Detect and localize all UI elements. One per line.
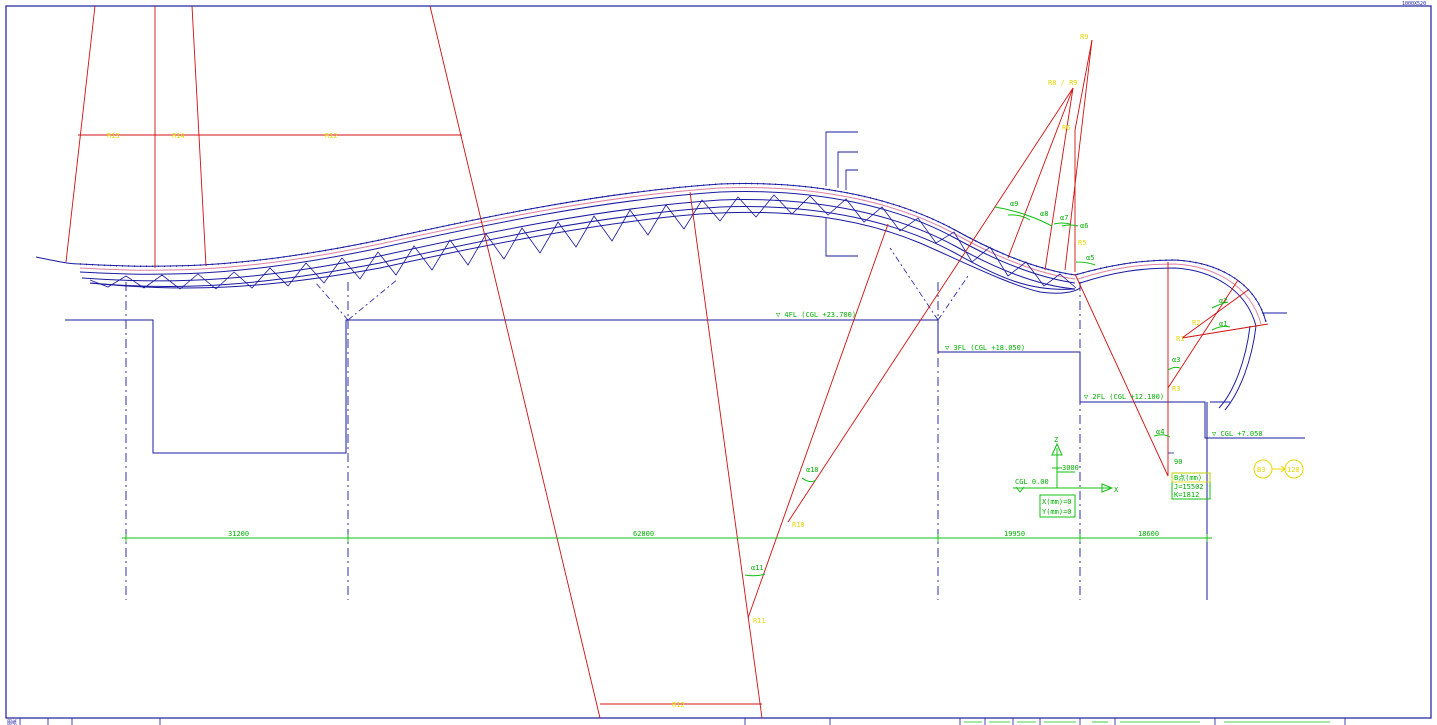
truss-bottom-chord xyxy=(89,211,1081,294)
dim-3: 19950 xyxy=(1004,530,1025,538)
section-angle-tag: 90 xyxy=(1174,458,1182,466)
origin-x-axis: X xyxy=(1114,486,1119,494)
building-outline xyxy=(65,319,1305,600)
label-a9: α9 xyxy=(1010,200,1018,208)
level-cgl: ▽ CGL +7.050 xyxy=(1212,430,1263,438)
origin-z-axis: Z xyxy=(1054,436,1058,444)
label-r2: R2 xyxy=(1192,319,1200,327)
label-r1: R1 xyxy=(1176,335,1184,343)
origin-coord-y: Y(mm)=0 xyxy=(1042,508,1072,516)
roof-surface xyxy=(35,183,1076,290)
label-a6: α6 xyxy=(1080,222,1088,230)
reference-tag: B3 128 xyxy=(1253,459,1304,479)
cad-section-drawing: 1000X520 图纸 R13 R14 R12 R12 R11 R10 R9 R… xyxy=(5,1,1432,725)
label-a2: α2 xyxy=(1219,297,1227,305)
label-a11: α11 xyxy=(751,564,764,572)
level-label-group: ▽ 4FL (CGL +23.700) ▽ 3FL (CGL +18.050) … xyxy=(776,311,1263,438)
ref-tag-left: B3 xyxy=(1257,466,1265,474)
label-r9: R9 xyxy=(1080,33,1088,41)
radius-lines xyxy=(65,5,1269,719)
label-r6: R6 xyxy=(1062,124,1070,132)
column-braces xyxy=(314,247,969,321)
ref-tag-right: 128 xyxy=(1287,466,1300,474)
label-a4: α4 xyxy=(1156,428,1164,436)
label-r5: R5 xyxy=(1078,239,1086,247)
dimension-line xyxy=(122,534,1212,542)
label-r13: R13 xyxy=(107,132,120,140)
dimension-values: 31200 62800 19950 18600 xyxy=(228,530,1159,538)
radius-label-group: R13 R14 R12 R12 R11 R10 R9 R8 / R9 R6 R5… xyxy=(107,33,1200,709)
label-r12-top: R12 xyxy=(325,132,338,140)
label-r12-bottom: R12 xyxy=(672,701,685,709)
label-r10: R10 xyxy=(792,521,805,529)
dim-1: 31200 xyxy=(228,530,249,538)
sheet-size-label: 1000X520 xyxy=(1402,1,1426,7)
dim-4: 18600 xyxy=(1138,530,1159,538)
origin-marker: CGL 0.00 Z X 3000 X(mm)=0 Y(mm)=0 xyxy=(1013,436,1119,518)
label-a10: α10 xyxy=(806,466,819,474)
section-box-line3: K=1812 xyxy=(1174,491,1199,499)
corner-label: 图纸 xyxy=(7,719,17,725)
label-a3: α3 xyxy=(1172,356,1180,364)
truss-web xyxy=(89,194,1077,290)
label-r3: R3 xyxy=(1172,385,1180,393)
label-a1: α1 xyxy=(1219,320,1227,328)
section-box-line1: B点(mm) xyxy=(1174,474,1202,482)
level-4fl: ▽ 4FL (CGL +23.700) xyxy=(776,311,856,319)
label-a5: α5 xyxy=(1086,254,1094,262)
label-r8-r9: R8 / R9 xyxy=(1048,79,1078,87)
section-point-box: B点(mm) J=15502 K=1812 90 xyxy=(1168,452,1211,500)
section-box-line2: J=15502 xyxy=(1174,483,1204,491)
dim-2: 62800 xyxy=(633,530,654,538)
origin-height: 3000 xyxy=(1062,464,1079,472)
grid-axes xyxy=(125,282,1081,600)
label-a8: α8 xyxy=(1040,210,1048,218)
title-block xyxy=(6,717,1431,725)
level-2fl: ▽ 2FL (CGL +12.100) xyxy=(1084,393,1164,401)
origin-coord-x: X(mm)=0 xyxy=(1042,498,1072,506)
label-a7: α7 xyxy=(1060,214,1068,222)
level-3fl: ▽ 3FL (CGL +18.050) xyxy=(945,344,1025,352)
label-r11: R11 xyxy=(753,617,766,625)
label-r14: R14 xyxy=(172,132,185,140)
sheet-frame xyxy=(5,5,1432,719)
origin-cgl-label: CGL 0.00 xyxy=(1015,478,1049,486)
